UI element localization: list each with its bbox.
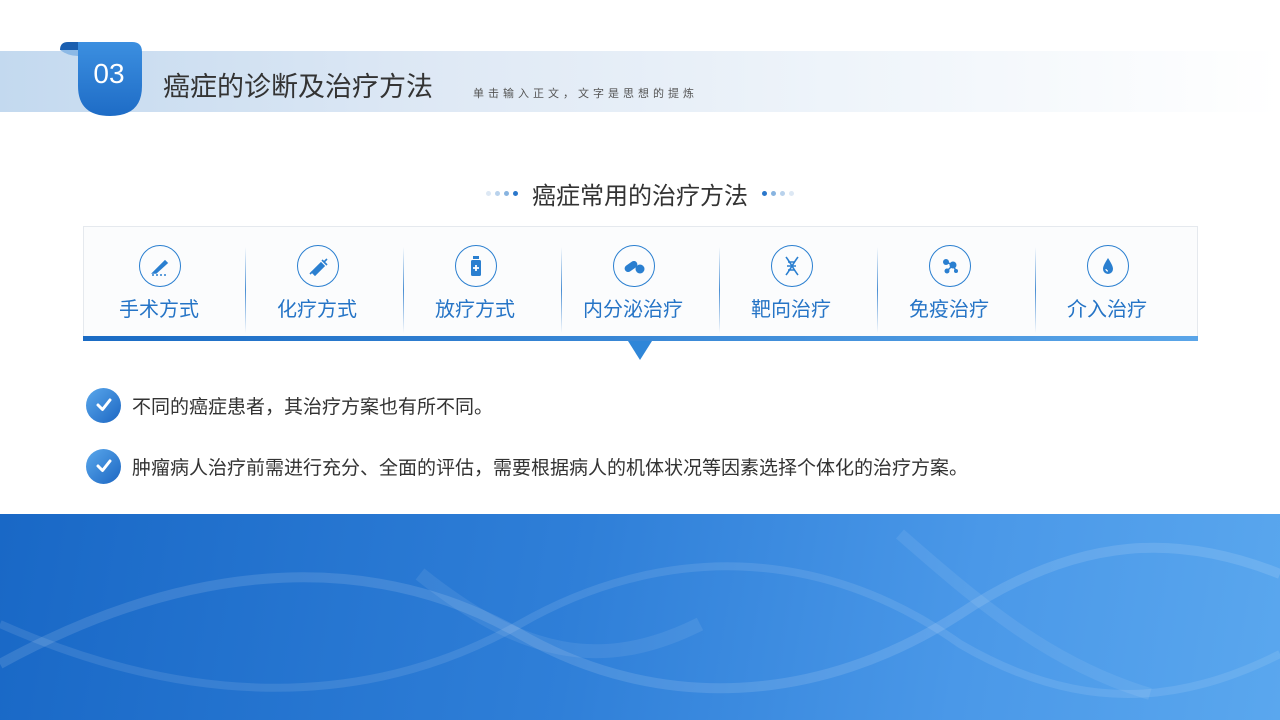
page-title: 癌症的诊断及治疗方法: [163, 72, 433, 103]
method-label: 手术方式: [119, 297, 199, 321]
dna-icon: [771, 245, 813, 287]
method-item-radiotherapy[interactable]: 放疗方式: [400, 227, 558, 339]
right-dots-decoration: [762, 190, 794, 196]
treatment-methods-panel: 手术方式 化疗方式 放疗方式 内分泌治疗 靶向治疗 免疫治疗 介入治疗: [83, 226, 1198, 338]
section-number: 03: [93, 58, 125, 89]
method-label: 免疫治疗: [909, 297, 989, 321]
section-title: 癌症常用的治疗方法: [532, 181, 748, 210]
pointer-triangle-icon: [628, 341, 652, 360]
section-heading: 癌症常用的治疗方法: [0, 175, 1280, 211]
method-item-targeted[interactable]: 靶向治疗: [716, 227, 874, 339]
method-label: 介入治疗: [1067, 297, 1147, 321]
medicine-bottle-icon: [455, 245, 497, 287]
method-item-chemotherapy[interactable]: 化疗方式: [242, 227, 400, 339]
check-icon: [86, 387, 121, 423]
bullet-item: 不同的癌症患者，其治疗方案也有所不同。: [86, 387, 493, 423]
method-label: 内分泌治疗: [583, 297, 683, 321]
bullet-item: 肿瘤病人治疗前需进行充分、全面的评估，需要根据病人的机体状况等因素选择个体化的治…: [86, 448, 968, 484]
scalpel-icon: [139, 245, 181, 287]
bullet-text: 肿瘤病人治疗前需进行充分、全面的评估，需要根据病人的机体状况等因素选择个体化的治…: [132, 456, 969, 479]
method-label: 放疗方式: [435, 297, 515, 321]
droplet-icon: [1087, 245, 1129, 287]
bottom-banner-dna-background: [0, 514, 1280, 720]
check-icon: [86, 448, 121, 484]
method-label: 靶向治疗: [751, 297, 831, 321]
pills-icon: [613, 245, 655, 287]
bullet-text: 不同的癌症患者，其治疗方案也有所不同。: [132, 395, 494, 418]
method-item-endocrine[interactable]: 内分泌治疗: [558, 227, 716, 339]
method-item-surgery[interactable]: 手术方式: [84, 227, 242, 339]
method-label: 化疗方式: [277, 297, 357, 321]
method-item-interventional[interactable]: 介入治疗: [1032, 227, 1190, 339]
page-subtitle: 单击输入正文，文字是思想的提炼: [473, 87, 698, 100]
syringe-icon: [297, 245, 339, 287]
left-dots-decoration: [486, 190, 518, 196]
method-item-immunotherapy[interactable]: 免疫治疗: [874, 227, 1032, 339]
molecule-icon: [929, 245, 971, 287]
